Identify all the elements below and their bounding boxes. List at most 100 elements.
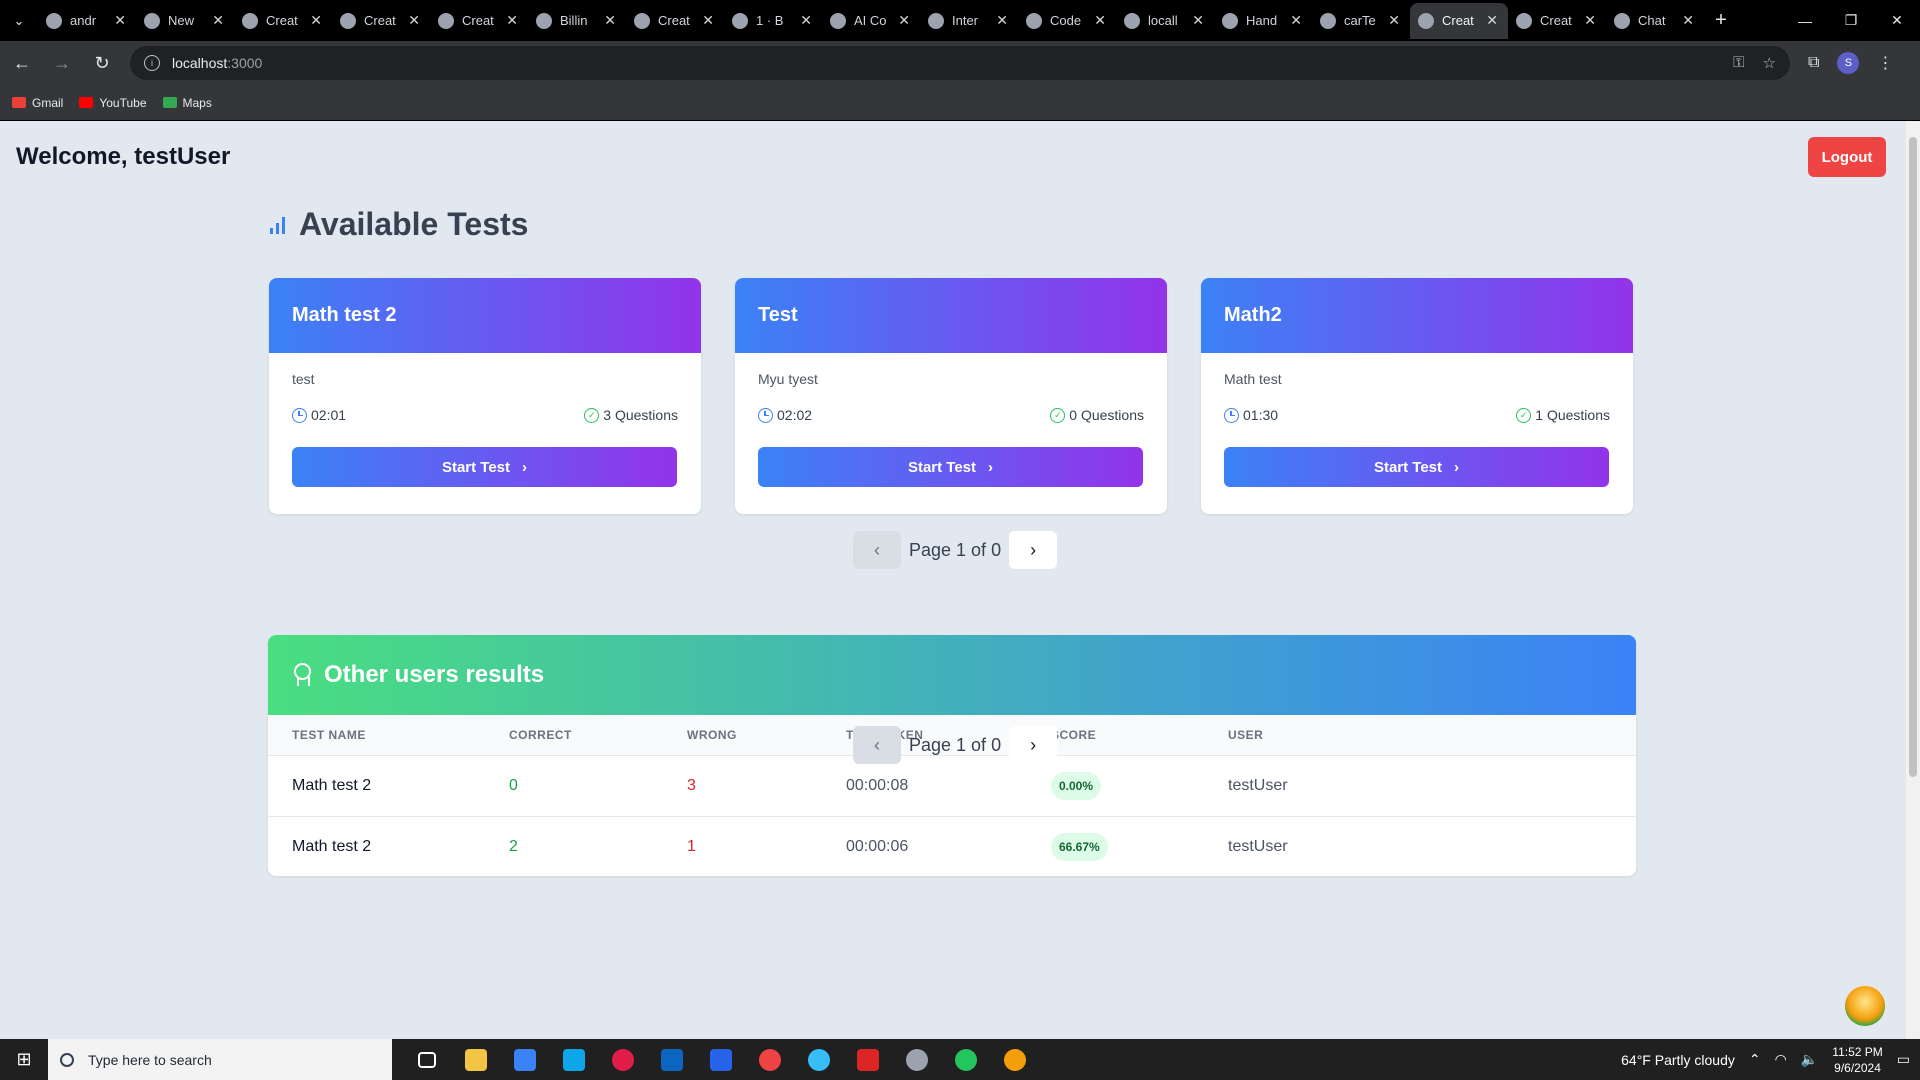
start-test-button[interactable]: Start Test › xyxy=(1224,447,1609,487)
page-viewport: Welcome, testUser Logout Available Tests… xyxy=(0,121,1920,1039)
browser-tab[interactable]: Billin ✕ xyxy=(528,3,626,39)
results-prev-page-button[interactable]: ‹ xyxy=(853,726,901,764)
browser-tab[interactable]: locall ✕ xyxy=(1116,3,1214,39)
browser-tab[interactable]: Code ✕ xyxy=(1018,3,1116,39)
tab-title: Creat xyxy=(658,13,690,28)
floating-assistant-icon[interactable] xyxy=(1842,983,1888,1029)
taskbar-search[interactable]: Type here to search xyxy=(48,1039,392,1080)
windows-start-icon[interactable]: ⊞ xyxy=(0,1039,48,1080)
results-column-header[interactable]: WRONG xyxy=(663,715,822,755)
taskbar-apps xyxy=(402,1039,1039,1080)
scrollbar-thumb[interactable] xyxy=(1909,137,1917,777)
browser-tab[interactable]: New ✕ xyxy=(136,3,234,39)
results-column-header[interactable]: USER xyxy=(1204,715,1636,755)
bookmark-label: YouTube xyxy=(99,95,147,110)
store-icon[interactable] xyxy=(500,1039,549,1080)
tab-close-icon[interactable]: ✕ xyxy=(506,12,518,29)
browser-tab[interactable]: Chat ✕ xyxy=(1606,3,1704,39)
next-page-button[interactable]: › xyxy=(1009,531,1058,569)
browser-tab[interactable]: Hand ✕ xyxy=(1214,3,1312,39)
welcome-heading: Welcome, testUser xyxy=(16,143,231,170)
linkedin-icon[interactable] xyxy=(647,1039,696,1080)
back-icon[interactable]: ← xyxy=(4,45,40,81)
bookmark-star-icon[interactable]: ☆ xyxy=(1763,54,1776,72)
tab-close-icon[interactable]: ✕ xyxy=(996,12,1008,29)
browser-tab[interactable]: Creat ✕ xyxy=(626,3,724,39)
vscode-icon[interactable] xyxy=(696,1039,745,1080)
tab-close-icon[interactable]: ✕ xyxy=(1290,12,1302,29)
reload-icon[interactable]: ↻ xyxy=(84,45,120,81)
telegram-icon[interactable] xyxy=(794,1039,843,1080)
bookmark-item[interactable]: Maps xyxy=(162,96,212,110)
slack-icon[interactable] xyxy=(598,1039,647,1080)
forward-icon[interactable]: → xyxy=(44,45,80,81)
start-test-button[interactable]: Start Test › xyxy=(292,447,677,487)
minimize-icon[interactable]: — xyxy=(1782,0,1828,41)
restore-icon[interactable]: ❐ xyxy=(1828,0,1874,41)
weather-widget[interactable]: 64°F Partly cloudy xyxy=(1621,1052,1735,1068)
tab-close-icon[interactable]: ✕ xyxy=(1584,12,1596,29)
extensions-icon[interactable]: ⧉ xyxy=(1808,54,1819,72)
results-column-header[interactable]: CORRECT xyxy=(485,715,663,755)
bookmark-item[interactable]: YouTube xyxy=(79,95,147,110)
new-tab-button[interactable]: + xyxy=(1704,4,1738,38)
site-info-icon[interactable]: i xyxy=(144,55,160,71)
password-key-icon[interactable]: ⚿ xyxy=(1733,54,1744,72)
taskbar-clock[interactable]: 11:52 PM 9/6/2024 xyxy=(1832,1044,1882,1076)
file-explorer-icon[interactable] xyxy=(451,1039,500,1080)
results-column-header[interactable]: TEST NAME xyxy=(268,715,485,755)
tab-close-icon[interactable]: ✕ xyxy=(408,12,420,29)
network-icon[interactable]: ◠ xyxy=(1775,1051,1787,1068)
bookmarks-bar: Gmail YouTube Maps xyxy=(0,85,1920,121)
settings-icon[interactable] xyxy=(892,1039,941,1080)
bookmark-item[interactable]: Gmail xyxy=(12,96,63,110)
browser-tab[interactable]: carTe ✕ xyxy=(1312,3,1410,39)
start-test-button[interactable]: Start Test › xyxy=(758,447,1143,487)
close-window-icon[interactable]: ✕ xyxy=(1874,0,1920,41)
page-scrollbar[interactable] xyxy=(1906,121,1920,1039)
tab-title: Code xyxy=(1050,13,1082,28)
task-view-icon[interactable] xyxy=(402,1039,451,1080)
chrome-profile-2-icon[interactable] xyxy=(990,1039,1039,1080)
tab-close-icon[interactable]: ✕ xyxy=(1094,12,1106,29)
tab-close-icon[interactable]: ✕ xyxy=(1486,12,1498,29)
tab-close-icon[interactable]: ✕ xyxy=(800,12,812,29)
browser-tab[interactable]: 1 · B ✕ xyxy=(724,3,822,39)
table-row: Math test 2 0 3 00:00:08 0.00% testUser xyxy=(268,755,1636,816)
tab-close-icon[interactable]: ✕ xyxy=(898,12,910,29)
chrome-profile-icon[interactable] xyxy=(941,1039,990,1080)
browser-tab[interactable]: Inter ✕ xyxy=(920,3,1018,39)
browser-tab[interactable]: AI Co ✕ xyxy=(822,3,920,39)
address-bar[interactable]: i localhost:3000 ⚿ ☆ xyxy=(130,46,1790,80)
tab-close-icon[interactable]: ✕ xyxy=(702,12,714,29)
tab-close-icon[interactable]: ✕ xyxy=(310,12,322,29)
tab-close-icon[interactable]: ✕ xyxy=(1388,12,1400,29)
profile-avatar[interactable]: S xyxy=(1837,52,1860,74)
tab-title: Creat xyxy=(1540,13,1572,28)
browser-tab[interactable]: Creat ✕ xyxy=(332,3,430,39)
tab-close-icon[interactable]: ✕ xyxy=(604,12,616,29)
volume-icon[interactable]: 🔈 xyxy=(1801,1051,1818,1068)
mail-icon[interactable] xyxy=(549,1039,598,1080)
chrome-icon[interactable] xyxy=(745,1039,794,1080)
browser-tab[interactable]: andr ✕ xyxy=(38,3,136,39)
browser-tab[interactable]: Creat ✕ xyxy=(430,3,528,39)
tab-close-icon[interactable]: ✕ xyxy=(1192,12,1204,29)
vivaldi-icon[interactable] xyxy=(843,1039,892,1080)
browser-tab[interactable]: Creat ✕ xyxy=(1508,3,1606,39)
results-next-page-button[interactable]: › xyxy=(1009,726,1058,764)
notifications-icon[interactable]: ▭ xyxy=(1897,1051,1910,1068)
result-time-taken-cell: 00:00:06 xyxy=(846,837,909,855)
browser-menu-icon[interactable]: ⋮ xyxy=(1877,53,1893,73)
tray-chevron-icon[interactable]: ⌃ xyxy=(1749,1051,1761,1068)
prev-page-button[interactable]: ‹ xyxy=(853,531,901,569)
tab-close-icon[interactable]: ✕ xyxy=(212,12,224,29)
tab-search-chevron-icon[interactable]: ⌄ xyxy=(0,0,38,41)
browser-tab[interactable]: Creat ✕ xyxy=(234,3,332,39)
test-card-meta: 02:01 ✓ 3 Questions xyxy=(292,407,678,423)
logout-button[interactable]: Logout xyxy=(1808,137,1886,177)
tab-close-icon[interactable]: ✕ xyxy=(1682,12,1694,29)
tab-close-icon[interactable]: ✕ xyxy=(114,12,126,29)
tab-favicon-icon xyxy=(340,12,356,29)
browser-tab[interactable]: Creat ✕ xyxy=(1410,2,1508,39)
